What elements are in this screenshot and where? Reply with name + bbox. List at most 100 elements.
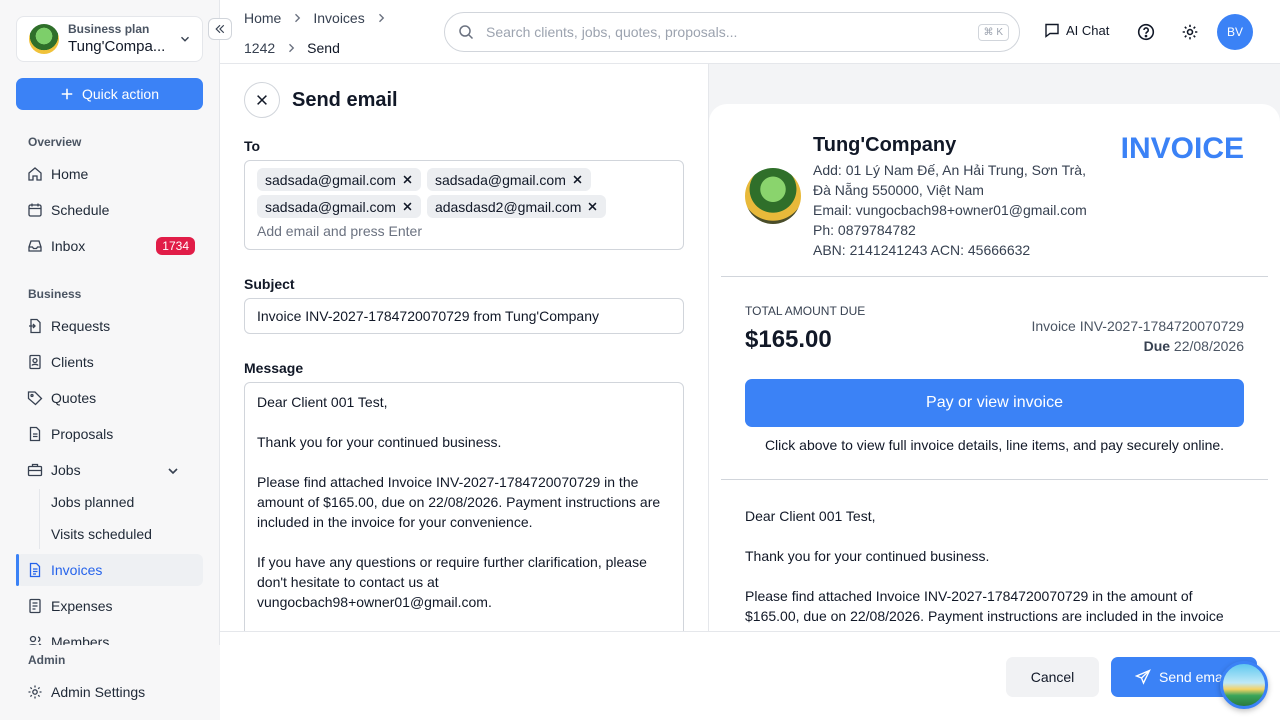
document-icon: [29, 426, 41, 442]
invoice-icon: [29, 562, 41, 578]
breadcrumb: Home Invoices: [244, 10, 387, 26]
form-footer: Cancel Send email: [220, 631, 1280, 720]
remove-recipient-icon[interactable]: [587, 201, 598, 212]
recipient-email: sadsada@gmail.com: [434, 171, 566, 188]
search-icon: [459, 25, 474, 40]
due-date: 22/08/2026: [1173, 338, 1244, 354]
sidebar-item-invoices[interactable]: Invoices: [16, 554, 203, 586]
recipient-chips: sadsada@gmail.com sadsada@gmail.com sads…: [257, 168, 657, 218]
top-header: Home Invoices 1242 Send Search clients, …: [220, 0, 1280, 64]
message-paragraph: Thank you for your continued business.: [257, 434, 502, 450]
sidebar-item-label: Quotes: [51, 390, 97, 406]
sidebar-item-quotes[interactable]: Quotes: [16, 382, 203, 414]
plus-icon: [61, 88, 73, 100]
recipient-email: sadsada@gmail.com: [265, 171, 396, 188]
sidebar-item-inbox[interactable]: Inbox 1734: [16, 230, 203, 262]
sidebar-item-jobs[interactable]: Jobs: [16, 454, 203, 486]
company-phone: Ph: 0879784782: [813, 222, 916, 238]
settings-gear-icon[interactable]: [1181, 23, 1199, 41]
sidebar-item-admin-settings[interactable]: Admin Settings: [16, 676, 203, 708]
company-abn: ABN: 2141241243 ACN: 45666632: [813, 242, 1031, 258]
quick-action-button[interactable]: Quick action: [16, 78, 203, 110]
request-icon: [29, 318, 41, 334]
business-switcher[interactable]: Business plan Tung'Compa...: [16, 16, 203, 62]
collapse-sidebar-button[interactable]: [208, 18, 232, 40]
invoice-heading: INVOICE: [1120, 132, 1244, 165]
remove-recipient-icon[interactable]: [402, 201, 413, 212]
company-address-line-2: Đà Nẵng 550000, Việt Nam: [813, 182, 984, 198]
company-name: Tung'Compa...: [68, 38, 166, 55]
sidebar-item-requests[interactable]: Requests: [16, 310, 203, 342]
close-button[interactable]: [244, 82, 280, 118]
preview-company-name: Tung'Company: [813, 134, 957, 156]
section-admin: Admin: [28, 653, 66, 667]
chevron-down-icon: [181, 36, 189, 42]
briefcase-icon: [27, 463, 43, 477]
sidebar-item-label: Admin Settings: [51, 684, 146, 700]
sidebar-item-proposals[interactable]: Proposals: [16, 418, 203, 450]
breadcrumb-invoices[interactable]: Invoices: [313, 10, 364, 26]
chevron-right-icon: [295, 13, 301, 23]
ai-chat-button[interactable]: AI Chat: [1044, 22, 1109, 38]
recipient-chip: sadsada@gmail.com: [426, 168, 591, 191]
sidebar: Business plan Tung'Compa... Quick action…: [0, 0, 220, 720]
section-overview: Overview: [28, 135, 82, 149]
invoice-due: Due 22/08/2026: [1144, 338, 1244, 354]
sidebar-item-home[interactable]: Home: [16, 158, 203, 190]
sidebar-item-visits-scheduled[interactable]: Visits scheduled: [16, 518, 203, 550]
message-paragraph: Dear Client 001 Test,: [257, 394, 388, 410]
divider: [721, 479, 1268, 480]
help-icon[interactable]: [1137, 23, 1155, 41]
cancel-button[interactable]: Cancel: [1006, 657, 1099, 697]
recipient-email: adasdasd2@gmail.com: [434, 198, 582, 215]
sidebar-item-label: Inbox: [51, 238, 86, 254]
user-avatar[interactable]: BV: [1217, 14, 1253, 50]
total-amount-label: TOTAL AMOUNT DUE: [745, 304, 866, 318]
recipient-chip: adasdasd2@gmail.com: [426, 195, 607, 218]
calendar-icon: [28, 203, 42, 217]
sidebar-item-expenses[interactable]: Expenses: [16, 590, 203, 622]
preview-message: Dear Client 001 Test, Thank you for your…: [745, 506, 1235, 631]
subject-input[interactable]: Invoice INV-2027-1784720070729 from Tung…: [244, 298, 684, 334]
assistant-avatar-button[interactable]: [1220, 661, 1268, 709]
send-email-form: Send email To sadsada@gmail.com sadsada@…: [220, 64, 709, 631]
to-label: To: [244, 138, 261, 154]
company-logo: [745, 168, 801, 224]
breadcrumb-invoice-id[interactable]: 1242: [244, 40, 275, 56]
invoice-preview-card: Tung'Company INVOICE Add: 01 Lý Nam Đế, …: [709, 104, 1280, 631]
message-textarea[interactable]: Dear Client 001 Test, Thank you for your…: [244, 382, 684, 631]
recipient-chip: sadsada@gmail.com: [257, 195, 421, 218]
message-paragraph: If you have any questions or require fur…: [257, 554, 647, 610]
inbox-count-badge: 1734: [156, 237, 195, 255]
divider: [721, 276, 1268, 277]
remove-recipient-icon[interactable]: [572, 174, 583, 185]
pay-note: Click above to view full invoice details…: [764, 437, 1225, 453]
sidebar-item-label: Jobs: [51, 462, 81, 478]
chevron-right-icon: [289, 43, 295, 53]
send-email-label: Send email: [1159, 669, 1230, 685]
due-label: Due: [1143, 338, 1171, 354]
inbox-icon: [28, 240, 42, 252]
section-business: Business: [28, 287, 82, 301]
chevron-down-icon[interactable]: [165, 463, 181, 479]
recipient-input-placeholder[interactable]: Add email and press Enter: [257, 223, 422, 239]
contact-book-icon: [29, 354, 41, 370]
breadcrumb-row-2: 1242 Send: [244, 40, 340, 56]
recipient-email: sadsada@gmail.com: [265, 198, 396, 215]
subject-label: Subject: [244, 276, 295, 292]
remove-recipient-icon[interactable]: [402, 174, 413, 185]
sidebar-item-label: Expenses: [51, 598, 113, 614]
breadcrumb-home[interactable]: Home: [244, 10, 281, 26]
sidebar-item-label: Proposals: [51, 426, 114, 442]
preview-message-paragraph: Thank you for your continued business.: [745, 548, 990, 564]
sidebar-item-label: Invoices: [51, 562, 103, 578]
sidebar-item-schedule[interactable]: Schedule: [16, 194, 203, 226]
sidebar-item-clients[interactable]: Clients: [16, 346, 203, 378]
sidebar-item-label: Schedule: [51, 202, 110, 218]
search-input[interactable]: Search clients, jobs, quotes, proposals.…: [444, 12, 1020, 52]
company-address-line-1: Add: 01 Lý Nam Đế, An Hải Trung, Sơn Trà…: [813, 162, 1086, 178]
recipients-field[interactable]: sadsada@gmail.com sadsada@gmail.com sads…: [244, 160, 684, 250]
sidebar-item-jobs-planned[interactable]: Jobs planned: [16, 486, 203, 518]
quick-action-label: Quick action: [81, 86, 160, 102]
pay-or-view-invoice-button[interactable]: Pay or view invoice: [745, 379, 1244, 427]
